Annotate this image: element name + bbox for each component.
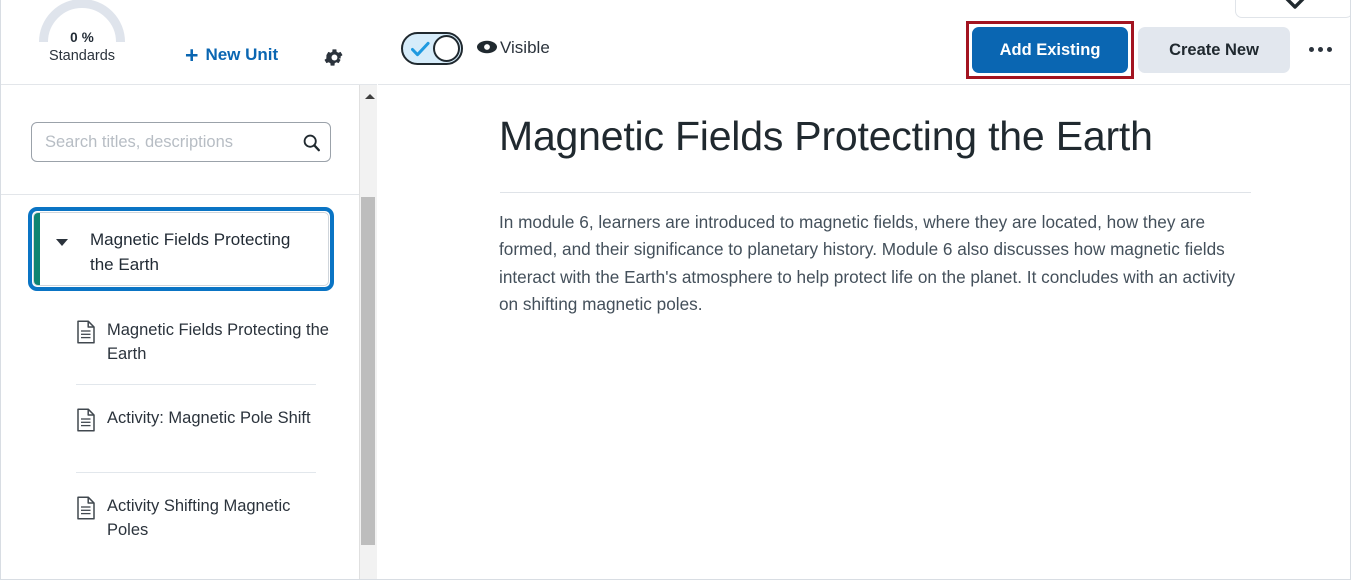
content-toolbar: Visible Add Existing Create New bbox=[378, 0, 1350, 85]
unit-accent-bar bbox=[34, 213, 40, 285]
page-title: Magnetic Fields Protecting the Earth bbox=[499, 113, 1153, 159]
ellipsis-dot bbox=[1308, 46, 1314, 52]
standards-percent: 0 % bbox=[70, 30, 94, 45]
document-icon bbox=[76, 320, 96, 349]
caret-up-icon[interactable] bbox=[365, 94, 375, 99]
list-item[interactable]: Activity Shifting Magnetic Poles bbox=[76, 494, 336, 543]
main-content-pane: Visible Add Existing Create New Magnetic… bbox=[378, 0, 1350, 579]
document-icon bbox=[76, 496, 96, 525]
visibility-toggle[interactable] bbox=[401, 32, 463, 65]
gear-icon[interactable] bbox=[322, 46, 345, 74]
search-input[interactable] bbox=[32, 132, 292, 152]
list-item[interactable]: Activity: Magnetic Pole Shift bbox=[76, 406, 336, 437]
search-icon[interactable] bbox=[292, 123, 330, 161]
new-unit-button[interactable]: + New Unit bbox=[185, 41, 279, 68]
sidebar-unit-label: Magnetic Fields Protecting the Earth bbox=[90, 230, 291, 274]
create-new-button[interactable]: Create New bbox=[1138, 27, 1290, 73]
ellipsis-dot bbox=[1317, 46, 1323, 52]
list-item[interactable]: Magnetic Fields Protecting the Earth bbox=[76, 318, 336, 367]
list-item-label: Activity Shifting Magnetic Poles bbox=[107, 497, 291, 539]
content-divider bbox=[500, 192, 1251, 193]
ellipsis-dot bbox=[1326, 46, 1332, 52]
document-icon bbox=[76, 408, 96, 437]
add-existing-button[interactable]: Add Existing bbox=[972, 27, 1128, 73]
check-icon bbox=[410, 41, 430, 63]
eye-icon bbox=[476, 39, 498, 60]
list-divider bbox=[76, 384, 316, 385]
sidebar-scrollbar-thumb[interactable] bbox=[361, 197, 375, 545]
ellipsis-icon[interactable] bbox=[1302, 36, 1338, 62]
top-dropdown-button[interactable] bbox=[1235, 0, 1350, 18]
sidebar-search-row bbox=[1, 85, 359, 195]
plus-icon: + bbox=[185, 41, 199, 68]
sidebar-header: 0 % Standards + New Unit bbox=[1, 0, 377, 85]
chevron-down-icon bbox=[1284, 0, 1306, 15]
sidebar-item-unit-magnetic-fields[interactable]: Magnetic Fields Protecting the Earth bbox=[33, 212, 329, 286]
content-description: In module 6, learners are introduced to … bbox=[499, 212, 1236, 315]
toggle-knob bbox=[433, 35, 460, 62]
list-item-label: Magnetic Fields Protecting the Earth bbox=[107, 321, 329, 363]
sidebar-unit-focus-ring: Magnetic Fields Protecting the Earth bbox=[28, 207, 334, 291]
list-item-label: Activity: Magnetic Pole Shift bbox=[107, 409, 311, 427]
visibility-label: Visible bbox=[500, 38, 550, 57]
standards-label: Standards bbox=[48, 48, 116, 64]
left-sidebar: 0 % Standards + New Unit Search titles, … bbox=[1, 0, 377, 579]
standards-progress-gauge: 0 % Standards bbox=[39, 0, 125, 72]
new-unit-label: New Unit bbox=[205, 45, 279, 64]
search-box[interactable] bbox=[31, 122, 331, 162]
list-divider bbox=[76, 472, 316, 473]
caret-down-icon[interactable] bbox=[56, 239, 68, 246]
course-content-builder: 0 % Standards + New Unit Search titles, … bbox=[0, 0, 1351, 580]
